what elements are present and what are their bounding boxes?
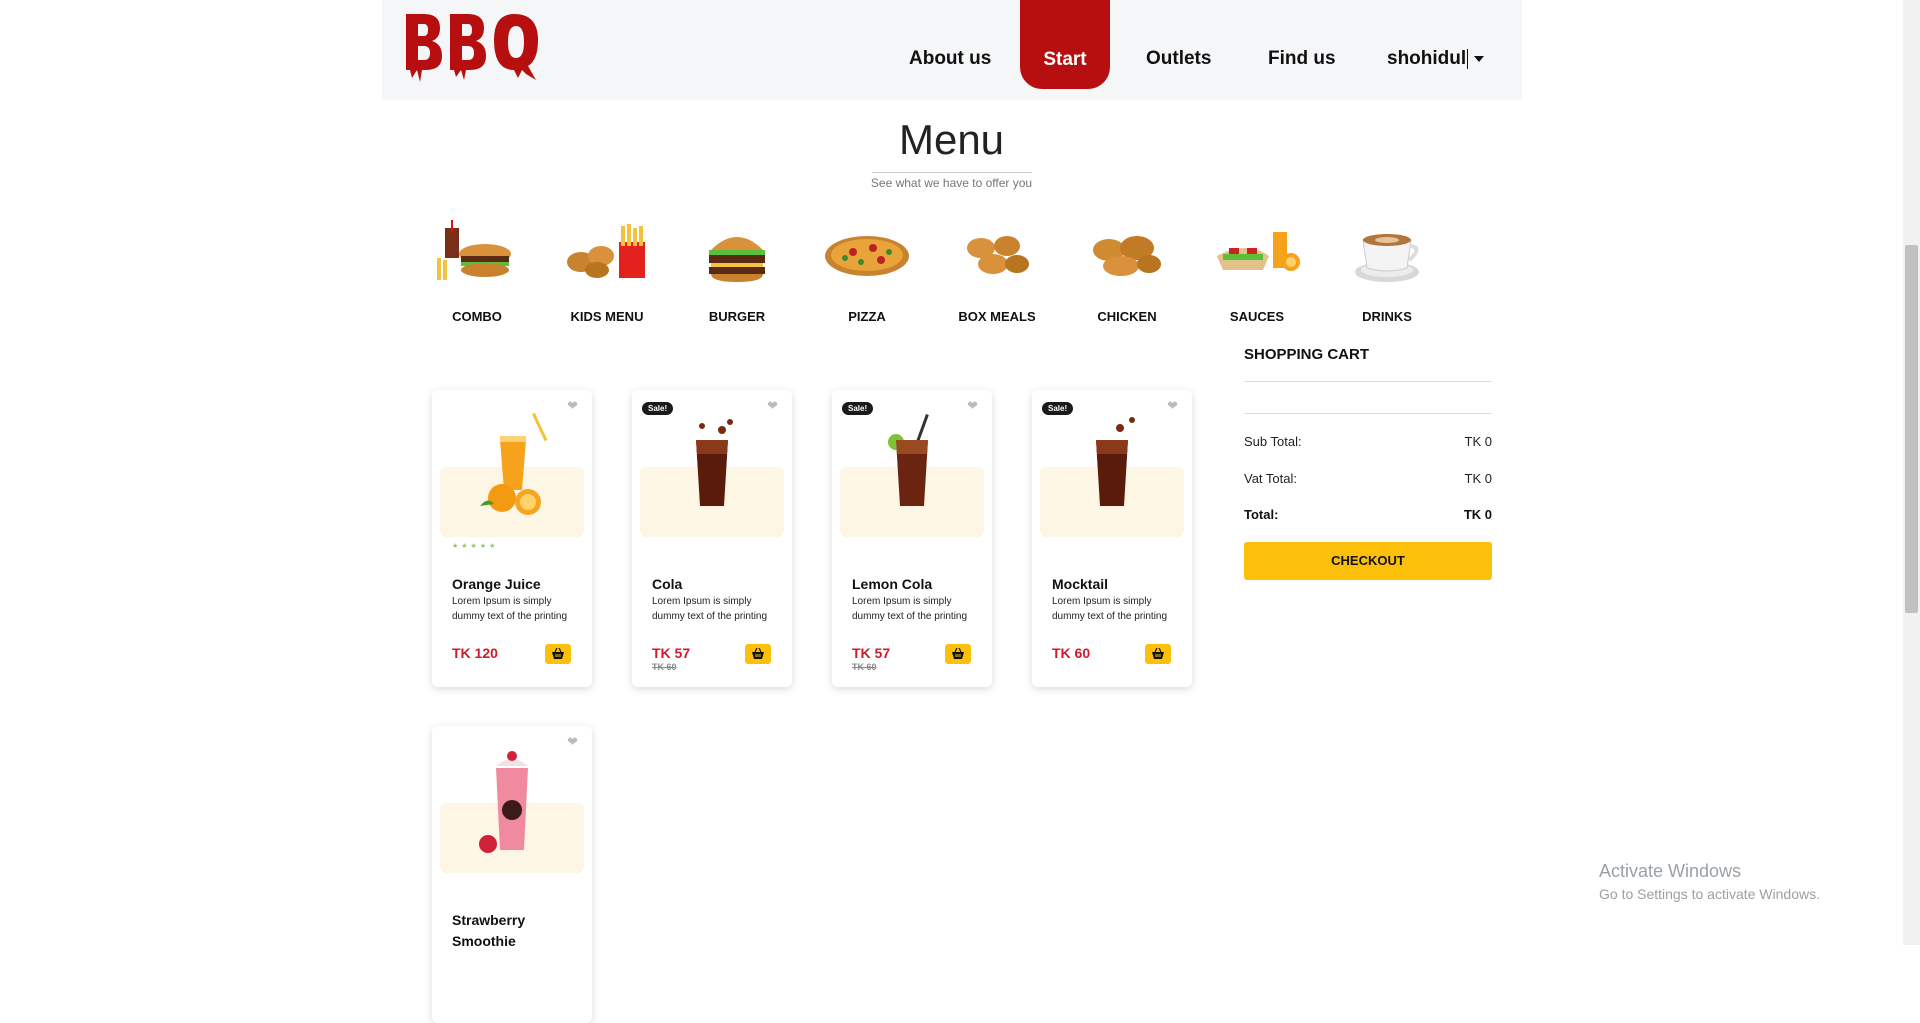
burger-icon [709,237,765,282]
add-to-cart-button[interactable] [1145,644,1171,664]
product-description: Lorem Ipsum is simply dummy text of the … [652,596,768,622]
watermark-title: Activate Windows [1599,861,1742,881]
heart-icon[interactable]: ❤ [767,398,778,414]
nav-outlets[interactable]: Outlets [1146,48,1211,70]
chevron-down-icon [1474,55,1485,62]
product-description: Lorem Ipsum is simply dummy text of the … [452,596,568,622]
add-to-cart-button[interactable] [745,644,771,664]
combo-meal-icon [437,220,511,280]
product-price: TK 60 [1052,645,1091,661]
category-sauces[interactable]: SAUCES [1207,218,1307,324]
menu-subtitle: See what we have to offer you [870,176,1033,190]
product-card-strawberry-smoothie[interactable]: ❤ Strawberry Smoothie [432,726,592,1023]
sale-badge: Sale! [1042,402,1074,415]
product-price: TK 57 [652,645,691,661]
cart-vat-row: Vat Total: TK 0 [1244,471,1492,486]
heart-icon[interactable]: ❤ [1167,398,1178,414]
cart-divider [1244,381,1492,382]
cart-divider [1244,413,1492,414]
user-menu[interactable]: shohidul [1387,48,1485,70]
text-cursor [1467,48,1469,69]
coffee-cup-icon [1355,234,1419,282]
nuggets-fries-icon [567,224,645,278]
category-box-meals[interactable]: BOX MEALS [947,218,1047,324]
add-to-cart-button[interactable] [545,644,571,664]
add-to-cart-button[interactable] [945,644,971,664]
category-label: DRINKS [1362,309,1412,324]
category-combo[interactable]: COMBO [427,218,527,324]
cart-total-row: Total: TK 0 [1244,507,1492,522]
sauces-icon [1217,232,1300,271]
product-card-lemon-cola[interactable]: ❤ Sale! Lemon Cola Lorem Ipsum is simply… [832,390,992,687]
category-chicken[interactable]: CHICKEN [1077,218,1177,324]
category-burger[interactable]: BURGER [687,218,787,324]
product-price: TK 120 [452,645,498,661]
category-label: COMBO [452,309,502,324]
category-drinks[interactable]: DRINKS [1337,218,1437,324]
activate-windows-watermark: Activate Windows Go to Settings to activ… [1599,861,1820,902]
category-label: BURGER [708,309,766,324]
navbar: About us Start Outlets Find us shohidul [382,0,1522,100]
strawberry-smoothie-image [479,751,528,853]
category-pizza[interactable]: PIZZA [817,218,917,324]
user-name: shohidul [1387,48,1467,69]
vat-label: Vat Total: [1244,471,1297,486]
product-old-price: TK 60 [852,662,877,672]
sale-badge: Sale! [642,402,674,415]
bbq-logo[interactable] [402,8,542,88]
title-divider [872,172,1032,173]
basket-icon [1152,648,1164,659]
category-label: KIDS MENU [570,309,644,324]
nav-start[interactable]: Start [1020,0,1110,89]
product-card-orange-juice[interactable]: ❤ ★★★★★ Orange Juice Lorem Ipsum is simp… [432,390,592,687]
product-card-mocktail[interactable]: ❤ Sale! Mocktail Lorem Ipsum is simply d… [1032,390,1192,687]
heart-icon[interactable]: ❤ [567,734,578,750]
pizza-icon [825,236,909,276]
box-meal-icon [967,236,1029,274]
product-description: Lorem Ipsum is simply dummy text of the … [1052,596,1168,622]
orange-juice-image [480,412,548,515]
basket-icon [552,648,564,659]
nav-find-us[interactable]: Find us [1268,48,1336,70]
scrollbar-thumb[interactable] [1905,245,1918,613]
watermark-subtitle: Go to Settings to activate Windows. [1599,886,1820,902]
heart-icon[interactable]: ❤ [567,398,578,414]
product-name: Lemon Cola [852,576,933,592]
cart-title: SHOPPING CART [1244,346,1370,363]
category-label: SAUCES [1229,309,1285,324]
heart-icon[interactable]: ❤ [967,398,978,414]
category-label: PIZZA [848,309,886,324]
total-label: Total: [1244,507,1279,522]
product-price: TK 57 [852,645,891,661]
product-old-price: TK 60 [652,662,677,672]
mocktail-image [1096,417,1135,506]
checkout-button[interactable]: CHECKOUT [1244,542,1492,580]
cart-subtotal-row: Sub Total: TK 0 [1244,434,1492,449]
basket-icon [952,648,964,659]
product-name: Cola [652,576,683,592]
subtotal-value: TK 0 [1464,434,1492,449]
fried-chicken-icon [1093,236,1161,276]
vertical-scrollbar[interactable] [1903,0,1920,945]
rating-stars: ★★★★★ [452,543,499,550]
basket-icon [752,648,764,659]
product-name: Orange Juice [452,576,541,592]
product-name: Strawberry Smoothie [452,912,526,949]
category-label: BOX MEALS [958,309,1036,324]
lemon-cola-image [888,413,929,506]
menu-title: Menu [898,116,1005,163]
product-card-cola[interactable]: ❤ Sale! Cola Lorem Ipsum is simply dummy… [632,390,792,687]
product-description: Lorem Ipsum is simply dummy text of the … [852,596,968,622]
nav-about[interactable]: About us [909,48,991,70]
shopping-cart: SHOPPING CART Sub Total: TK 0 Vat Total:… [1244,346,1492,580]
category-kids-menu[interactable]: KIDS MENU [557,218,657,324]
category-label: CHICKEN [1097,309,1157,324]
total-value: TK 0 [1463,507,1492,522]
subtotal-label: Sub Total: [1244,434,1302,449]
cola-image [696,419,733,506]
sale-badge: Sale! [842,402,874,415]
product-name: Mocktail [1052,576,1109,592]
vat-value: TK 0 [1464,471,1492,486]
